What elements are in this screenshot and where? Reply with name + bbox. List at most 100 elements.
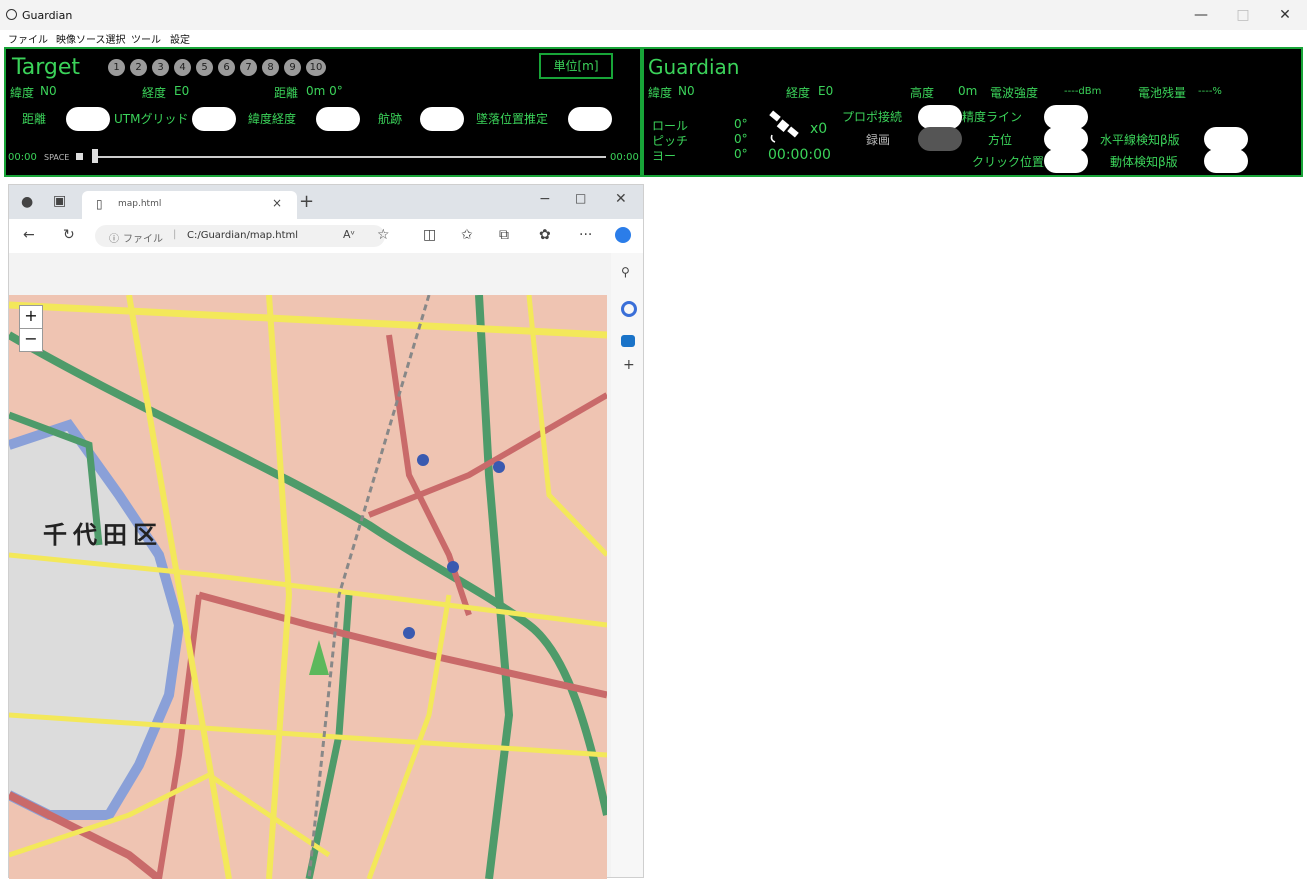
number-button-10[interactable]: 10 — [306, 59, 326, 76]
collections-icon[interactable]: ⧉ — [499, 227, 509, 243]
crash-estimate-toggle[interactable] — [568, 107, 612, 131]
add-icon[interactable]: + — [623, 357, 635, 373]
horizon-label: 水平線検知β版 — [1100, 133, 1180, 147]
motion-label: 動体検知β版 — [1110, 155, 1178, 169]
toggle-label-utm: UTMグリッド — [114, 112, 189, 126]
toggle-label-latlon: 緯度経度 — [248, 112, 297, 126]
tab-actions-icon[interactable]: ▣ — [53, 193, 66, 209]
refresh-icon[interactable]: ↻ — [63, 227, 75, 243]
browser-close-icon[interactable]: ✕ — [615, 191, 627, 207]
number-button-4[interactable]: 4 — [174, 59, 191, 76]
number-button-5[interactable]: 5 — [196, 59, 213, 76]
number-button-7[interactable]: 7 — [240, 59, 257, 76]
number-button-3[interactable]: 3 — [152, 59, 169, 76]
guardian-lat-value: N0 — [678, 84, 695, 98]
propo-label: プロポ接続 — [842, 110, 903, 124]
number-button-1[interactable]: 1 — [108, 59, 125, 76]
click-pos-toggle[interactable] — [1044, 149, 1088, 173]
browser-tabbar: ● ▣ ▯ map.html × + − □ ✕ — [9, 185, 643, 219]
motion-toggle[interactable] — [1204, 149, 1248, 173]
number-button-6[interactable]: 6 — [218, 59, 235, 76]
distance-value: 0m 0° — [306, 84, 343, 98]
satellite-count: x0 — [810, 121, 828, 137]
horizon-toggle[interactable] — [1204, 127, 1248, 151]
menu-file[interactable]: ファイル — [8, 31, 48, 46]
toggle-label-distance: 距離 — [22, 112, 47, 126]
map-view[interactable]: 千代田区 + − — [9, 295, 607, 879]
menu-video-source[interactable]: 映像ソース選択 — [56, 31, 126, 46]
url-prefix: ファイル — [123, 234, 163, 245]
distance-label: 距離 — [274, 86, 299, 100]
number-button-9[interactable]: 9 — [284, 59, 301, 76]
read-aloud-icon[interactable]: Aᵛ — [343, 228, 355, 241]
url-box[interactable]: ⓘ ファイル | C:/Guardian/map.html — [95, 225, 385, 247]
bearing-toggle[interactable] — [1044, 127, 1088, 151]
record-label: 録画 — [866, 133, 891, 147]
accuracy-line-toggle[interactable] — [1044, 105, 1088, 129]
distance-toggle[interactable] — [66, 107, 110, 131]
guardian-panel: Guardian 緯度 N0 経度 E0 高度 0m 電波強度 ----dBm … — [642, 47, 1303, 177]
target-title: Target — [12, 55, 81, 80]
guardian-title: Guardian — [648, 55, 740, 79]
more-icon[interactable]: ··· — [579, 227, 592, 243]
close-button[interactable]: ✕ — [1270, 6, 1300, 24]
back-icon[interactable]: ← — [23, 227, 35, 243]
record-toggle[interactable] — [918, 127, 962, 151]
click-pos-label: クリック位置 — [972, 155, 1045, 169]
browser-tab[interactable]: ▯ map.html × — [82, 191, 297, 219]
copilot-icon[interactable] — [615, 227, 631, 243]
yaw-value: 0° — [734, 147, 748, 161]
browser-maximize-icon[interactable]: □ — [575, 191, 586, 205]
info-icon[interactable]: ⓘ — [109, 230, 119, 245]
profile-icon[interactable]: ● — [21, 194, 33, 210]
altitude-value: 0m — [958, 84, 978, 98]
playback-slider-thumb[interactable] — [92, 149, 98, 163]
number-button-2[interactable]: 2 — [130, 59, 147, 76]
split-screen-icon[interactable]: ◫ — [423, 227, 436, 243]
favorites-bar-icon[interactable]: ✩ — [461, 227, 473, 243]
menu-tools[interactable]: ツール — [131, 31, 161, 46]
yaw-label: ヨー — [652, 149, 677, 163]
map-canvas[interactable] — [9, 295, 607, 879]
url-separator: | — [173, 229, 177, 240]
search-icon[interactable]: ⚲ — [621, 265, 630, 279]
outlook-icon[interactable] — [621, 335, 635, 347]
toggle-label-track: 航跡 — [378, 112, 403, 126]
favorite-icon[interactable]: ☆ — [377, 227, 390, 243]
browser-address-bar: ← ↻ ⓘ ファイル | C:/Guardian/map.html Aᵛ ☆ ◫… — [9, 219, 643, 253]
browser-window: ● ▣ ▯ map.html × + − □ ✕ ← ↻ ⓘ ファイル | C:… — [8, 184, 644, 879]
menubar: ファイル 映像ソース選択 ツール 設定 — [0, 30, 1307, 46]
altitude-label: 高度 — [910, 86, 935, 100]
track-toggle[interactable] — [420, 107, 464, 131]
number-button-8[interactable]: 8 — [262, 59, 279, 76]
map-district-label: 千代田区 — [43, 521, 163, 549]
stop-icon[interactable] — [76, 153, 83, 160]
latlon-toggle[interactable] — [316, 107, 360, 131]
time-end: 00:00 — [610, 152, 639, 163]
tab-close-icon[interactable]: × — [272, 196, 282, 210]
browser-minimize-icon[interactable]: − — [539, 191, 551, 207]
accuracy-line-label: 精度ライン — [962, 110, 1023, 124]
new-tab-icon[interactable]: + — [299, 191, 314, 212]
utm-grid-toggle[interactable] — [192, 107, 236, 131]
unit-button[interactable]: 単位[m] — [539, 53, 613, 79]
bearing-label: 方位 — [988, 133, 1013, 147]
propo-toggle[interactable] — [918, 105, 962, 129]
maximize-button[interactable]: □ — [1228, 6, 1258, 24]
signal-label: 電波強度 — [990, 86, 1039, 100]
shopping-icon[interactable] — [621, 301, 637, 317]
signal-value: ----dBm — [1064, 86, 1102, 97]
roll-value: 0° — [734, 117, 748, 131]
zoom-out-button[interactable]: − — [19, 328, 43, 352]
app-titlebar: Guardian — □ ✕ — [0, 0, 1307, 30]
battery-value: ----% — [1198, 86, 1222, 97]
minimize-button[interactable]: — — [1186, 6, 1216, 24]
playback-slider-track[interactable] — [98, 156, 606, 158]
lat-label: 緯度 — [10, 86, 35, 100]
menu-settings[interactable]: 設定 — [170, 31, 190, 46]
extensions-icon[interactable]: ✿ — [539, 227, 551, 243]
zoom-in-button[interactable]: + — [19, 305, 43, 329]
toggle-label-crash-estimate: 墜落位置推定 — [476, 112, 549, 126]
time-start: 00:00 — [8, 152, 37, 163]
battery-label: 電池残量 — [1138, 86, 1187, 100]
